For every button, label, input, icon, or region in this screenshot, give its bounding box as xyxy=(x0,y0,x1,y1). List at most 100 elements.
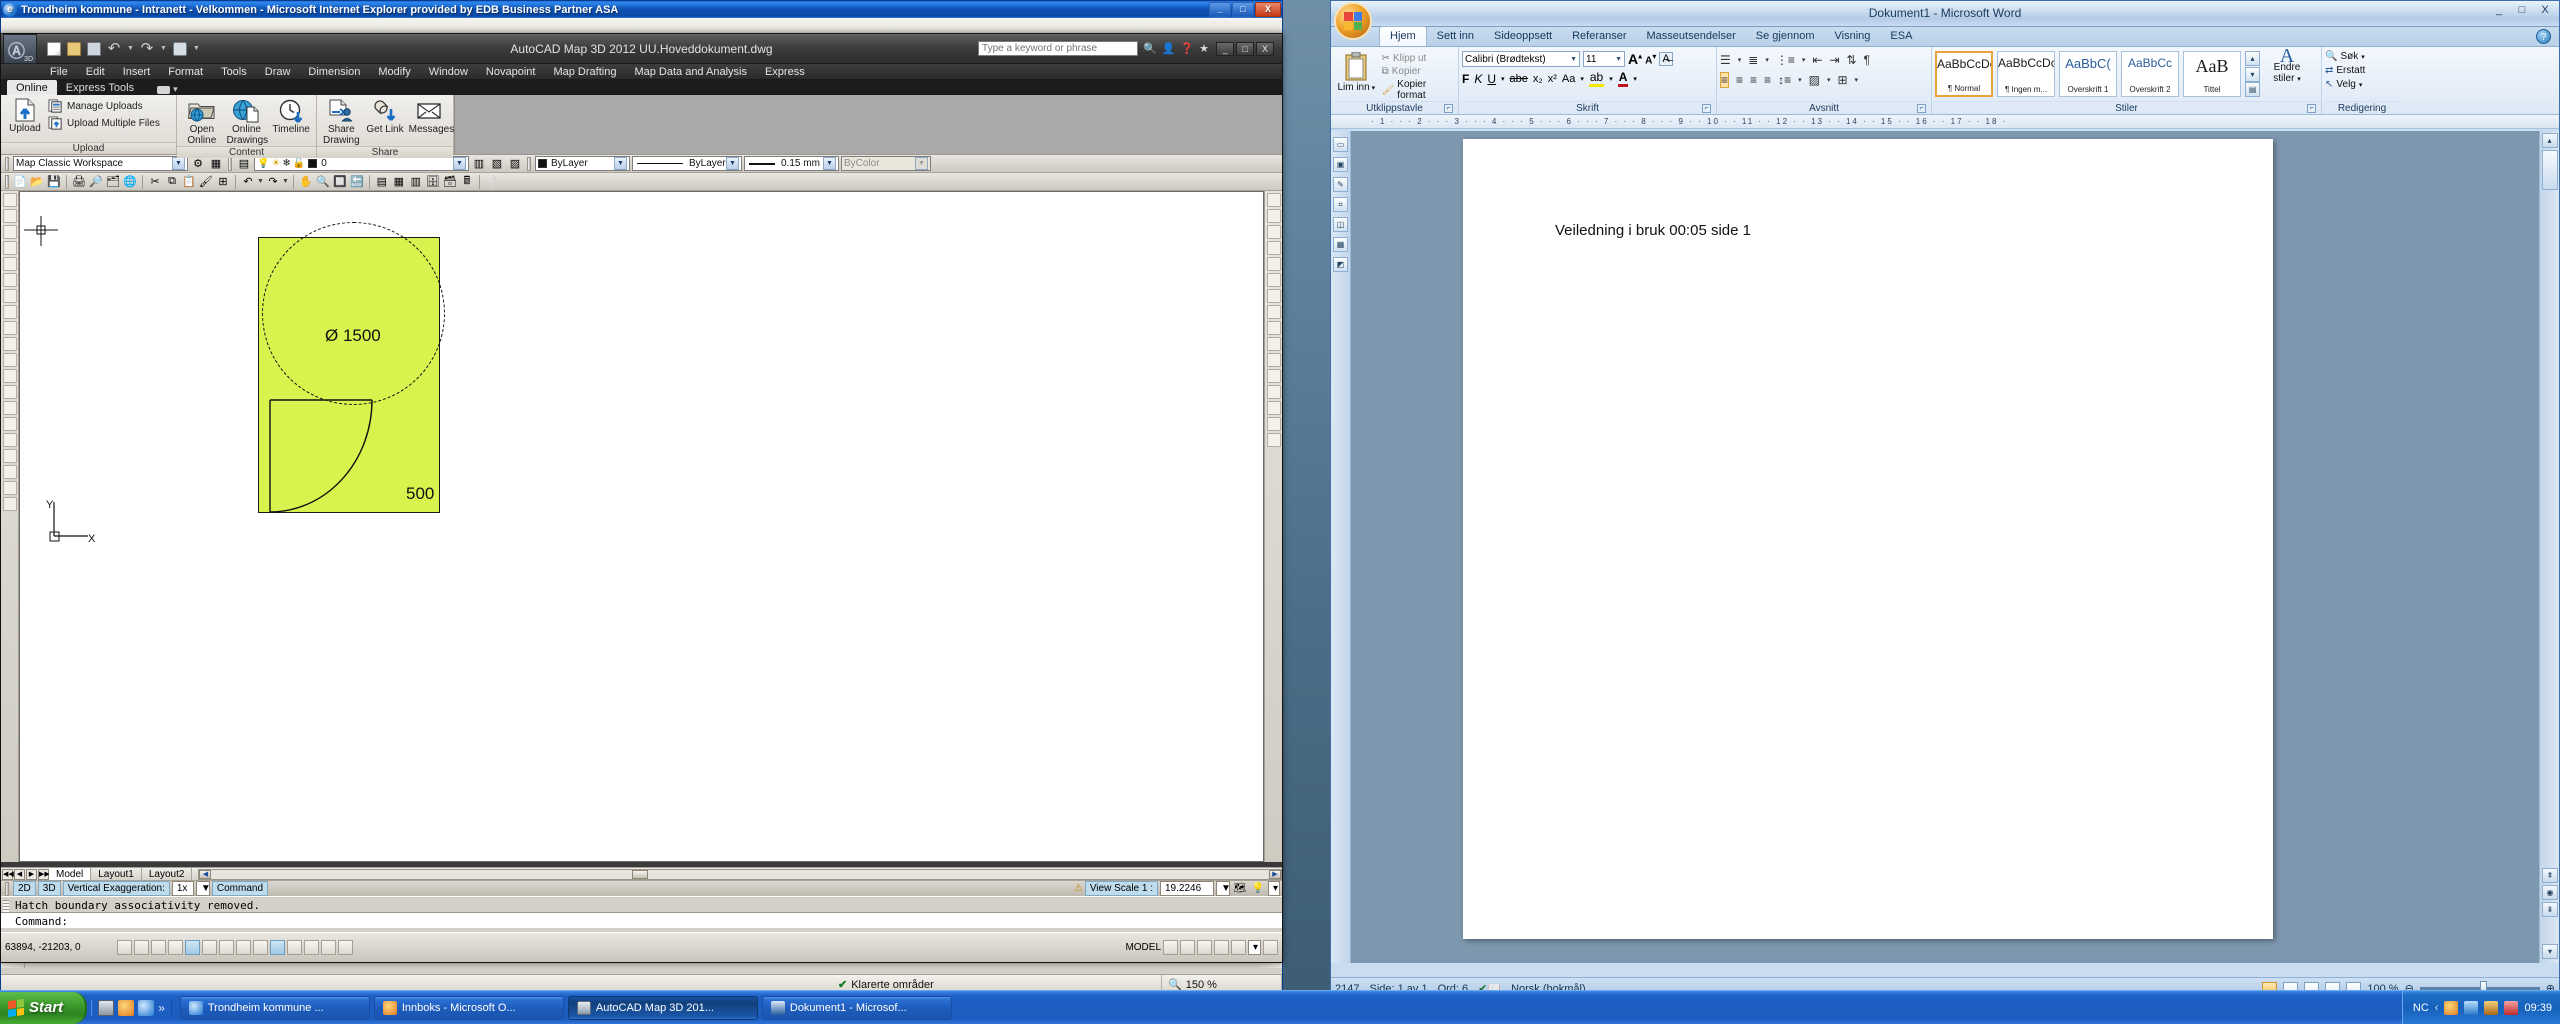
paragraph-dialog-launcher[interactable]: ⌐ xyxy=(1917,104,1926,113)
make-block-tool-icon[interactable] xyxy=(2,385,17,399)
menu-novapoint[interactable]: Novapoint xyxy=(477,64,545,80)
dashed-circle-1500[interactable] xyxy=(262,222,445,405)
infer-constraints-icon[interactable] xyxy=(117,940,132,955)
font-dialog-launcher[interactable]: ⌐ xyxy=(1702,104,1711,113)
toolbar-grip-3[interactable] xyxy=(527,156,531,171)
ie-window-buttons[interactable]: _ □ X xyxy=(1209,2,1282,17)
numbering-dropdown-icon[interactable]: ▾ xyxy=(1765,56,1769,64)
select-dropdown-icon[interactable]: ▾ xyxy=(2359,81,2363,89)
hardware-acceleration-icon[interactable] xyxy=(1231,940,1246,955)
quick-view-layouts-icon[interactable] xyxy=(1163,940,1178,955)
erase-tool-icon[interactable] xyxy=(1266,193,1281,207)
object-snap-icon[interactable] xyxy=(202,940,217,955)
dynamic-input-icon[interactable] xyxy=(270,940,285,955)
hatch-tool-icon[interactable] xyxy=(2,417,17,431)
numbering-icon[interactable]: ≣ xyxy=(1748,53,1758,67)
word-tab-sideoppsett[interactable]: Sideoppsett xyxy=(1484,27,1562,46)
style-gallery-item-overskrift-1[interactable]: AaBbC( Overskrift 1 xyxy=(2059,51,2117,97)
increase-indent-icon[interactable]: ⇥ xyxy=(1829,53,1839,67)
underline-dropdown-icon[interactable]: ▾ xyxy=(1501,75,1505,83)
extend-tool-icon[interactable] xyxy=(1266,353,1281,367)
autocad-status-bar[interactable]: 63894, -21203, 0 MODEL ▾ xyxy=(1,932,1282,962)
3dprint-icon[interactable]: 🌐 xyxy=(122,174,138,190)
layer-make-current-icon[interactable]: ▧ xyxy=(489,156,505,172)
style-gallery-item-tittel[interactable]: AaB Tittel xyxy=(2183,51,2241,97)
autocad-maximize-button[interactable]: □ xyxy=(1236,41,1254,56)
lock-toolbars-icon[interactable] xyxy=(1214,940,1229,955)
open-online-button[interactable]: Open Online xyxy=(182,98,222,146)
word-vertical-scrollbar[interactable]: ▴ ⇞ ◉ ⇟ ▾ xyxy=(2539,131,2559,963)
styles-dialog-launcher[interactable]: ⌐ xyxy=(2307,104,2316,113)
autocad-minimize-button[interactable]: _ xyxy=(1216,41,1234,56)
browse-object-button[interactable]: ◉ xyxy=(2542,885,2558,900)
get-link-button[interactable]: Get Link xyxy=(365,98,405,135)
ie-title-bar[interactable]: Trondheim kommune - Intranett - Velkomme… xyxy=(1,1,1282,18)
ribbon-tab-online[interactable]: Online xyxy=(7,80,57,95)
word-left-tool-5-icon[interactable]: ◫ xyxy=(1333,217,1348,232)
multilevel-list-icon[interactable]: ⋮≡ xyxy=(1776,53,1795,67)
word-ruler[interactable]: · 1 · · · 2 · · · 3 · · · 4 · · · 5 · · … xyxy=(1331,115,2559,129)
autocad-3d-status-strip[interactable]: 2D 3D Vertical Exaggeration: 1x ▼ Comman… xyxy=(1,880,1282,896)
find-dropdown-icon[interactable]: ▾ xyxy=(2361,53,2365,61)
menu-file[interactable]: File xyxy=(41,64,77,80)
redo-icon[interactable]: ↷ xyxy=(140,41,154,56)
taskbar-item-innboks-outlook[interactable]: Innboks - Microsoft O... xyxy=(373,995,564,1020)
scroll-left-button[interactable]: ◀ xyxy=(199,869,212,879)
word-document-area[interactable]: Veiledning i bruk 00:05 side 1 xyxy=(1351,131,2539,963)
bold-button[interactable]: F xyxy=(1462,72,1469,86)
sort-icon[interactable]: ⇅ xyxy=(1847,53,1857,67)
fillet-tool-icon[interactable] xyxy=(1266,417,1281,431)
word-left-tool-2-icon[interactable]: ▣ xyxy=(1333,157,1348,172)
align-left-icon[interactable]: ≡ xyxy=(1720,72,1730,88)
menu-insert[interactable]: Insert xyxy=(114,64,160,80)
font-color-button[interactable]: A xyxy=(1617,70,1629,87)
ie-quicklaunch-icon[interactable] xyxy=(138,999,155,1016)
lightbulb-on-icon[interactable]: 💡 xyxy=(257,158,269,169)
command-window-grip[interactable] xyxy=(3,900,9,912)
undo-dropdown-icon[interactable]: ▼ xyxy=(257,178,264,185)
scrollbar-thumb[interactable] xyxy=(2541,150,2558,190)
clear-formatting-icon[interactable]: A̶ xyxy=(1659,52,1673,66)
word-window[interactable]: Dokument1 - Microsoft Word _ □ X Hjem Se… xyxy=(1330,0,2560,1000)
strip-overflow-dropdown[interactable]: ▾ xyxy=(1268,881,1280,896)
redo-icon[interactable]: ↷ xyxy=(265,174,281,190)
chevron-down-icon[interactable]: ▼ xyxy=(614,157,627,170)
borders-dropdown-icon[interactable]: ▾ xyxy=(1855,76,1859,84)
array-tool-icon[interactable] xyxy=(1266,257,1281,271)
layer-combobox[interactable]: 💡 ☀ ❄ 🔓 0 ▼ xyxy=(254,156,469,171)
replace-button[interactable]: ⇄ Erstatt xyxy=(2325,65,2365,76)
show-desktop-icon[interactable] xyxy=(98,999,115,1016)
search-icon[interactable]: 🔍 xyxy=(1143,42,1157,55)
rectangle-tool-icon[interactable] xyxy=(2,257,17,271)
chamfer-tool-icon[interactable] xyxy=(1266,401,1281,415)
show-formatting-marks-icon[interactable]: ¶ xyxy=(1864,53,1870,67)
tray-outlook-icon[interactable] xyxy=(2444,1000,2459,1015)
styles-more-button[interactable]: ▤ xyxy=(2245,82,2260,97)
tray-antivirus-icon[interactable] xyxy=(2504,1000,2519,1015)
grow-font-icon[interactable]: A▴ xyxy=(1628,51,1642,67)
menu-draw[interactable]: Draw xyxy=(256,64,300,80)
text-highlight-color-button[interactable]: ab xyxy=(1588,70,1605,87)
multilevel-dropdown-icon[interactable]: ▾ xyxy=(1802,56,1806,64)
word-tab-masseutsendelser[interactable]: Masseutsendelser xyxy=(1637,27,1746,46)
strip-grip[interactable] xyxy=(5,881,9,896)
shading-dropdown-icon[interactable]: ▾ xyxy=(1827,76,1831,84)
messages-button[interactable]: Messages xyxy=(409,98,454,135)
chevron-down-icon[interactable]: ▼ xyxy=(172,157,185,170)
region-tool-icon[interactable] xyxy=(2,449,17,463)
sheet-set-icon[interactable]: 🗄 xyxy=(425,174,441,190)
change-styles-button[interactable]: A Endre stiler ▾ xyxy=(2264,46,2310,85)
sun-freeze-icon[interactable]: ☀ xyxy=(271,158,280,169)
menu-map-drafting[interactable]: Map Drafting xyxy=(544,64,625,80)
select-button[interactable]: ↖ Velg ▾ xyxy=(2325,79,2362,90)
word-tab-esa[interactable]: ESA xyxy=(1880,27,1922,46)
quick-properties-icon[interactable] xyxy=(321,940,336,955)
word-left-tool-1-icon[interactable]: ▭ xyxy=(1333,137,1348,152)
tray-expand-icon[interactable]: ‹ xyxy=(2435,1002,2439,1014)
timeline-button[interactable]: Timeline xyxy=(271,98,311,135)
clean-screen-icon[interactable] xyxy=(1263,940,1278,955)
revision-cloud-tool-icon[interactable] xyxy=(2,305,17,319)
autocad-window-buttons[interactable]: _ □ X xyxy=(1214,41,1278,56)
menu-tools[interactable]: Tools xyxy=(212,64,256,80)
last-tab-button[interactable]: ▶▶ xyxy=(38,868,50,880)
